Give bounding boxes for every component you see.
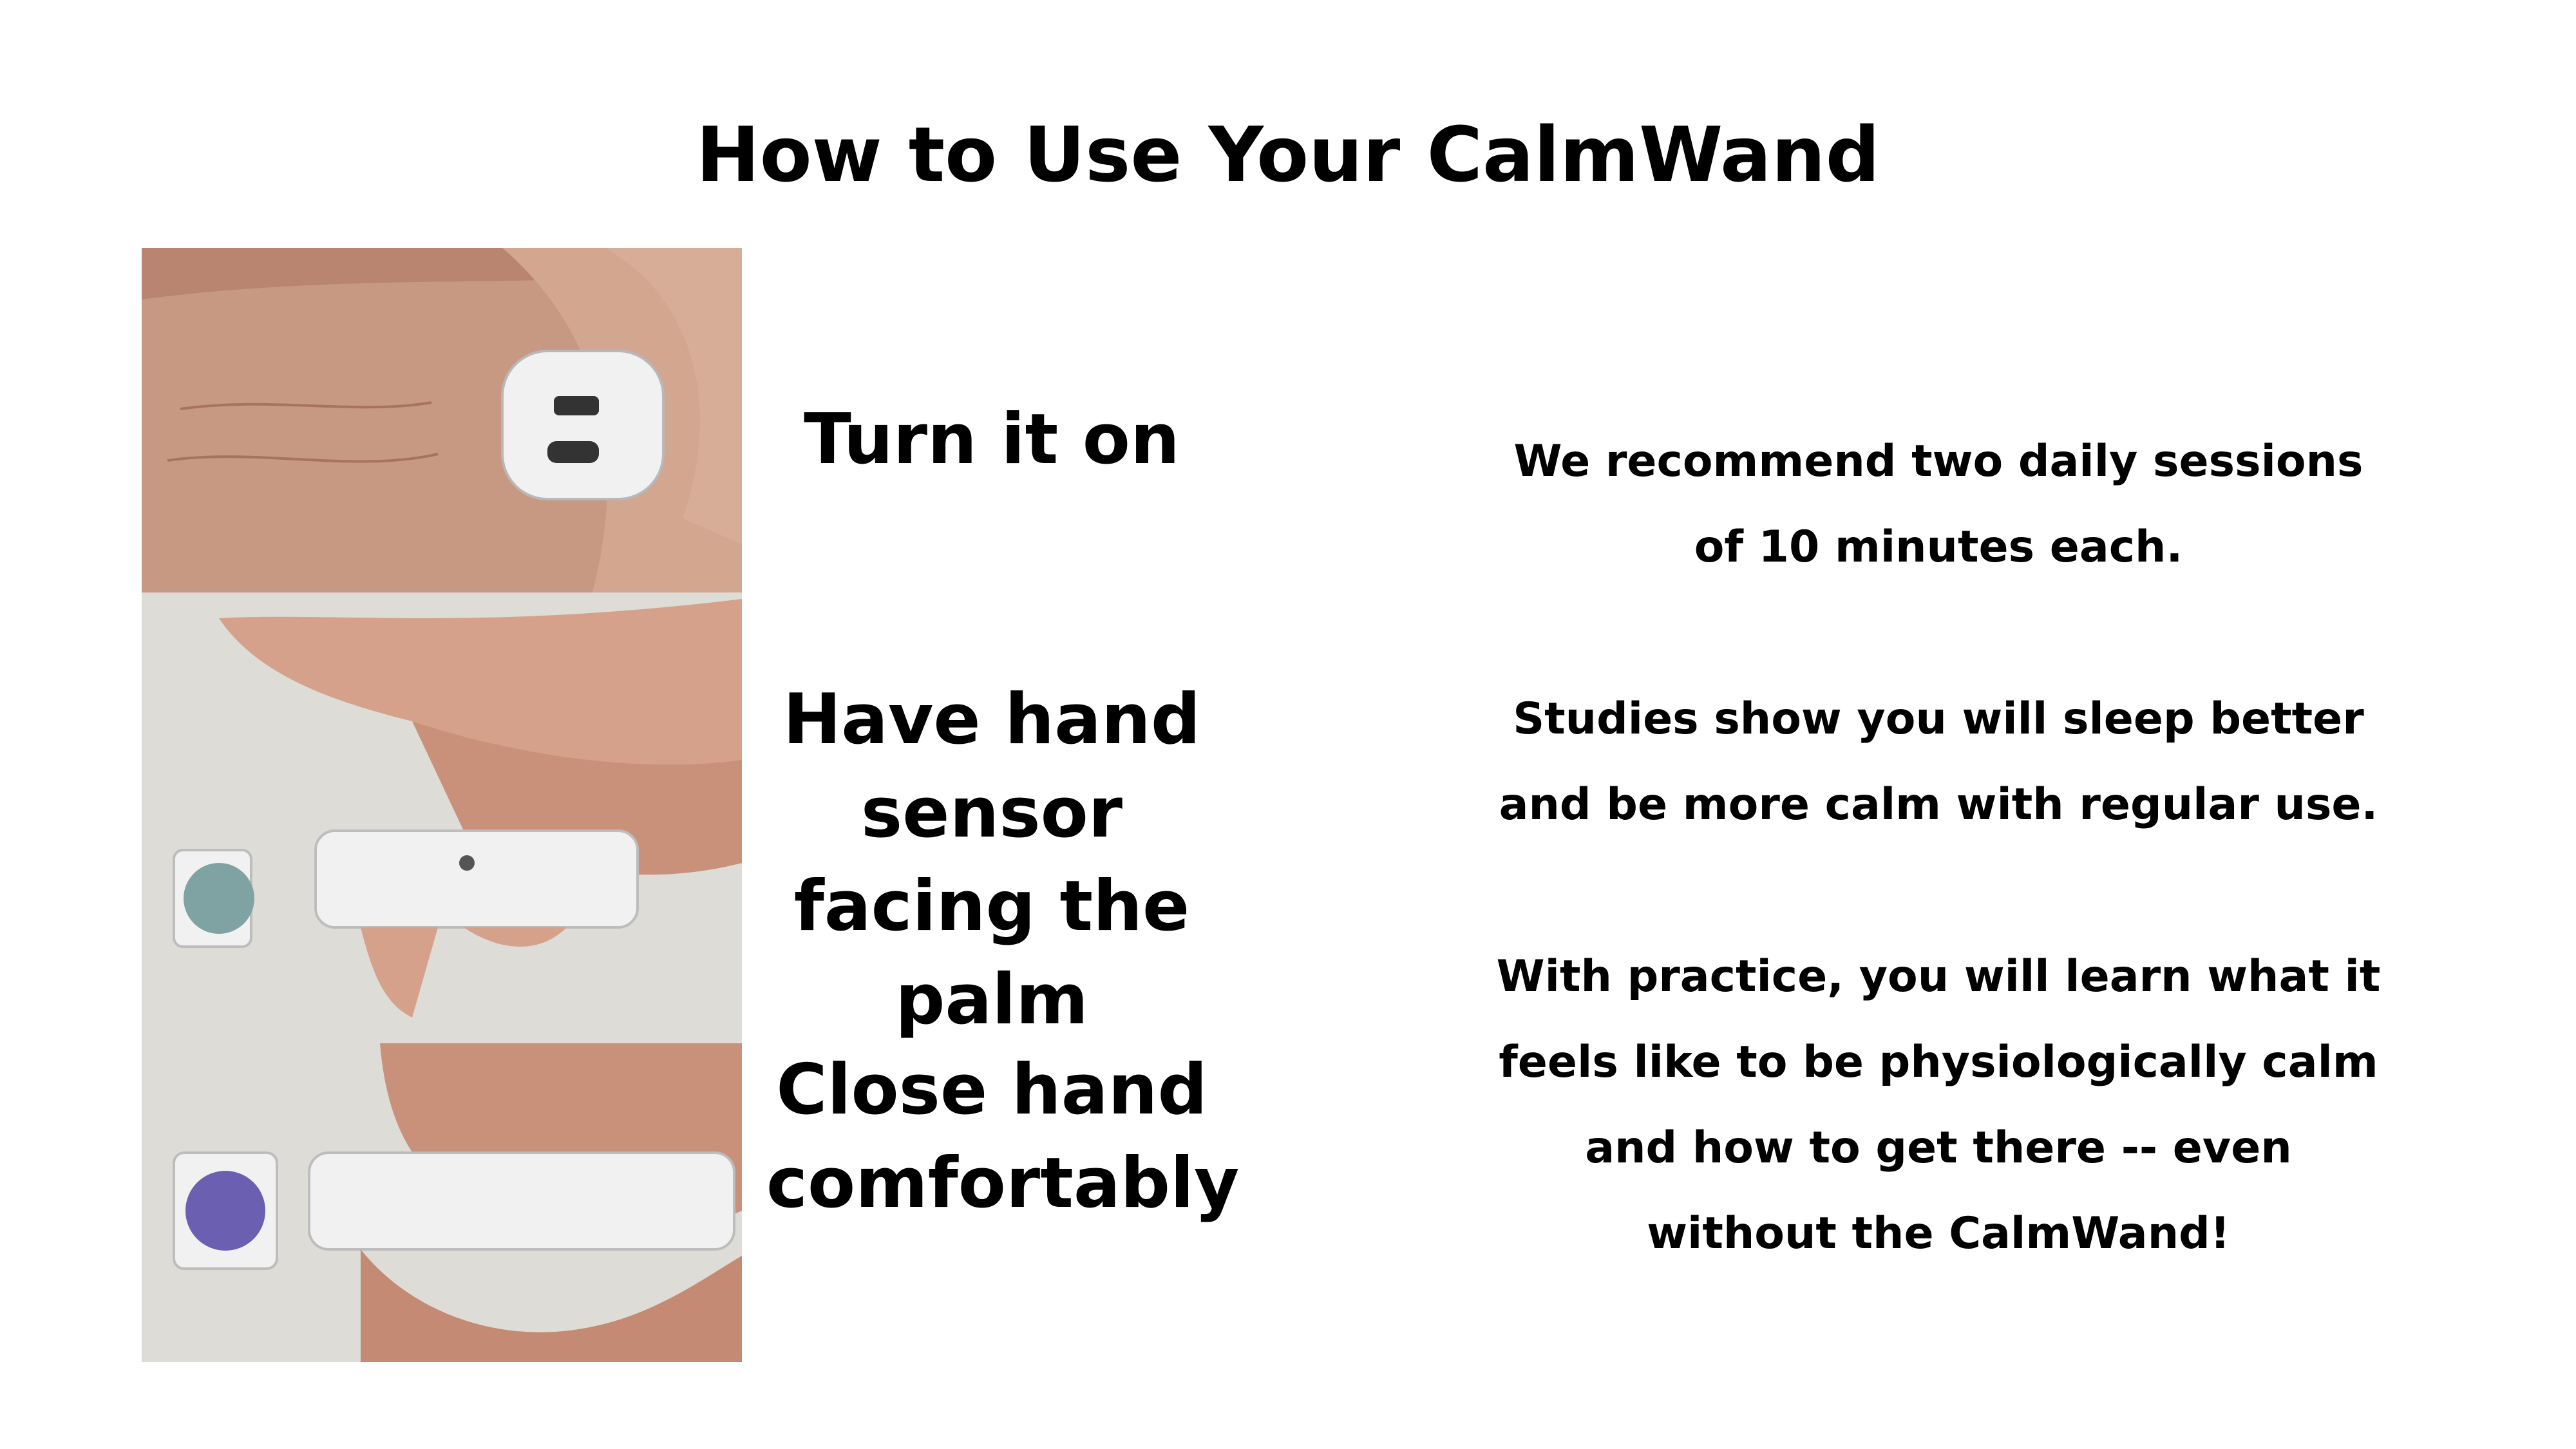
note-recommendation: We recommend two daily sessions of 10 mi… [1513, 436, 2363, 573]
step-close-hand: Close hand comfortably [766, 1050, 1240, 1224]
photo-turn-on [142, 248, 742, 592]
note-practice: With practice, you will learn what it fe… [1496, 951, 2381, 1259]
step-turn-on: Turn it on [804, 399, 1180, 480]
page-title: How to Use Your CalmWand [696, 110, 1880, 199]
note-studies: Studies show you will sleep better and b… [1499, 694, 2378, 830]
photo-sensor-facing-palm [142, 592, 742, 1043]
step-sensor-facing-palm: Have hand sensor facing the palm [782, 679, 1201, 1040]
photo-close-hand [142, 1043, 742, 1362]
